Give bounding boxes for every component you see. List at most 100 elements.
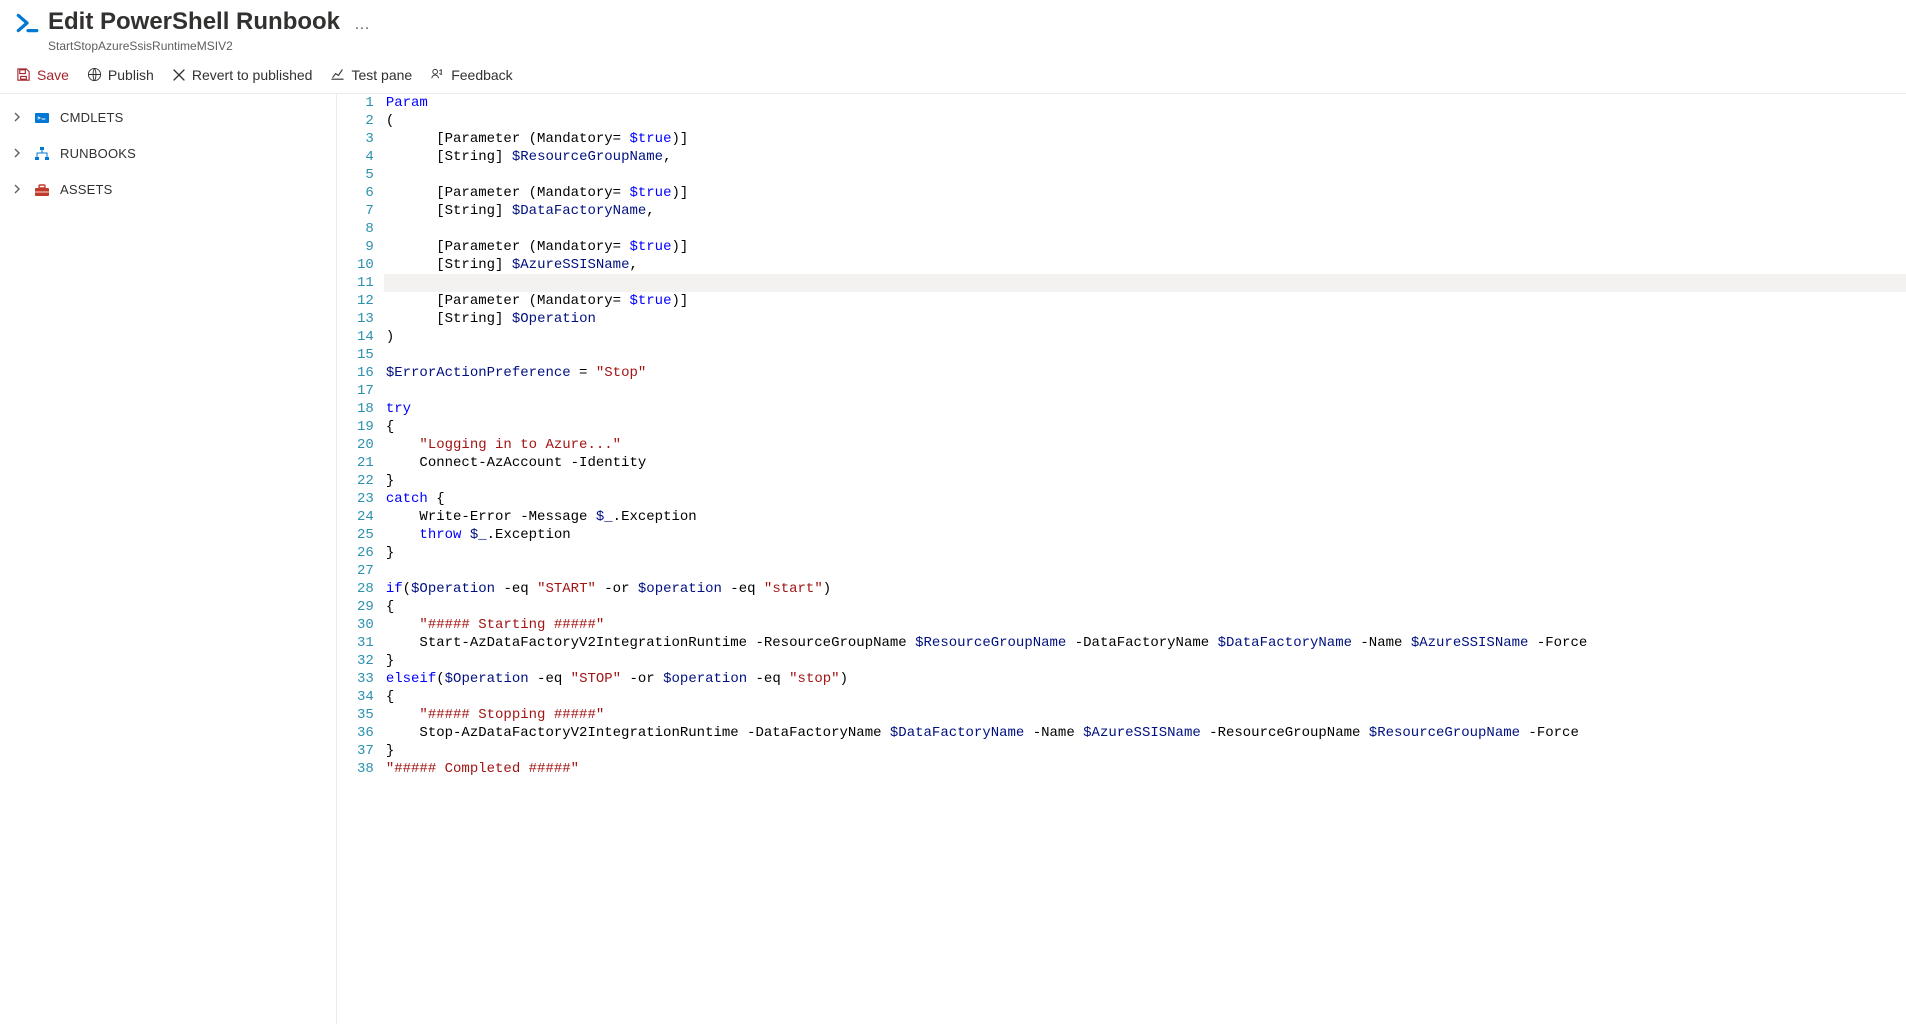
chevron-right-icon <box>12 146 24 161</box>
code-line[interactable]: Write-Error -Message $_.Exception <box>386 508 1906 526</box>
code-line[interactable] <box>386 166 1906 184</box>
code-line[interactable]: [String] $Operation <box>386 310 1906 328</box>
revert-label: Revert to published <box>192 67 313 83</box>
page-subtitle: StartStopAzureSsisRuntimeMSIV2 <box>48 39 340 53</box>
tree-item-cmdlets[interactable]: CMDLETS <box>0 100 336 136</box>
toolbox-icon <box>34 182 50 198</box>
line-number: 29 <box>357 598 374 616</box>
line-number: 17 <box>357 382 374 400</box>
line-number: 4 <box>357 148 374 166</box>
line-number: 25 <box>357 526 374 544</box>
line-number: 6 <box>357 184 374 202</box>
feedback-label: Feedback <box>451 67 512 83</box>
code-line[interactable]: [Parameter (Mandatory= $true)] <box>386 130 1906 148</box>
chevron-right-icon <box>12 110 24 125</box>
code-line[interactable]: } <box>386 652 1906 670</box>
code-line[interactable]: catch { <box>386 490 1906 508</box>
code-line[interactable]: { <box>386 688 1906 706</box>
line-number: 34 <box>357 688 374 706</box>
code-line[interactable]: elseif($Operation -eq "STOP" -or $operat… <box>386 670 1906 688</box>
hierarchy-icon <box>34 146 50 162</box>
code-line[interactable]: Connect-AzAccount -Identity <box>386 454 1906 472</box>
code-line[interactable]: [Parameter (Mandatory= $true)] <box>386 292 1906 310</box>
line-number: 1 <box>357 94 374 112</box>
page-title: Edit PowerShell Runbook <box>48 8 340 37</box>
line-number: 37 <box>357 742 374 760</box>
line-number: 28 <box>357 580 374 598</box>
code-line[interactable]: ( <box>386 112 1906 130</box>
feedback-icon <box>430 67 445 82</box>
code-line[interactable]: Param <box>386 94 1906 112</box>
line-number: 26 <box>357 544 374 562</box>
code-line[interactable]: Start-AzDataFactoryV2IntegrationRuntime … <box>386 634 1906 652</box>
line-number: 20 <box>357 436 374 454</box>
test-pane-label: Test pane <box>351 67 412 83</box>
line-number: 10 <box>357 256 374 274</box>
code-line[interactable]: $ErrorActionPreference = "Stop" <box>386 364 1906 382</box>
code-line[interactable]: [Parameter (Mandatory= $true)] <box>386 238 1906 256</box>
command-bar: Save Publish Revert to published <box>0 57 1906 94</box>
page-header: Edit PowerShell Runbook StartStopAzureSs… <box>0 0 1906 57</box>
code-line[interactable] <box>384 274 1906 292</box>
library-sidebar: CMDLETS RUNBOOKS <box>0 94 337 1024</box>
code-line[interactable]: "##### Starting #####" <box>386 616 1906 634</box>
code-line[interactable]: [String] $ResourceGroupName, <box>386 148 1906 166</box>
line-number: 19 <box>357 418 374 436</box>
code-line[interactable]: "##### Completed #####" <box>386 760 1906 778</box>
save-icon <box>16 67 31 82</box>
line-number-gutter: 1234567891011121314151617181920212223242… <box>337 94 386 1024</box>
line-number: 36 <box>357 724 374 742</box>
more-actions-button[interactable]: … <box>354 16 371 34</box>
code-line[interactable]: ) <box>386 328 1906 346</box>
code-area[interactable]: Param( [Parameter (Mandatory= $true)] [S… <box>386 94 1906 1024</box>
line-number: 5 <box>357 166 374 184</box>
line-number: 16 <box>357 364 374 382</box>
feedback-button[interactable]: Feedback <box>430 67 512 83</box>
code-line[interactable] <box>386 562 1906 580</box>
code-line[interactable]: try <box>386 400 1906 418</box>
save-button[interactable]: Save <box>16 67 69 83</box>
test-pane-button[interactable]: Test pane <box>330 67 412 83</box>
line-number: 2 <box>357 112 374 130</box>
tree-label: ASSETS <box>60 182 113 197</box>
line-number: 18 <box>357 400 374 418</box>
code-line[interactable] <box>386 220 1906 238</box>
line-number: 7 <box>357 202 374 220</box>
line-number: 3 <box>357 130 374 148</box>
tree-item-assets[interactable]: ASSETS <box>0 172 336 208</box>
line-number: 24 <box>357 508 374 526</box>
globe-icon <box>87 67 102 82</box>
tree-item-runbooks[interactable]: RUNBOOKS <box>0 136 336 172</box>
code-line[interactable]: { <box>386 418 1906 436</box>
code-line[interactable]: Stop-AzDataFactoryV2IntegrationRuntime -… <box>386 724 1906 742</box>
line-number: 32 <box>357 652 374 670</box>
line-number: 11 <box>357 274 374 292</box>
tree-label: CMDLETS <box>60 110 124 125</box>
code-line[interactable] <box>386 382 1906 400</box>
code-line[interactable]: throw $_.Exception <box>386 526 1906 544</box>
line-number: 21 <box>357 454 374 472</box>
code-line[interactable]: } <box>386 544 1906 562</box>
line-number: 13 <box>357 310 374 328</box>
code-line[interactable]: if($Operation -eq "START" -or $operation… <box>386 580 1906 598</box>
code-editor[interactable]: 1234567891011121314151617181920212223242… <box>337 94 1906 1024</box>
code-line[interactable]: [Parameter (Mandatory= $true)] <box>386 184 1906 202</box>
code-line[interactable]: "Logging in to Azure..." <box>386 436 1906 454</box>
code-line[interactable]: } <box>386 742 1906 760</box>
line-number: 8 <box>357 220 374 238</box>
line-number: 30 <box>357 616 374 634</box>
code-line[interactable]: "##### Stopping #####" <box>386 706 1906 724</box>
code-line[interactable]: { <box>386 598 1906 616</box>
code-line[interactable] <box>386 346 1906 364</box>
publish-button[interactable]: Publish <box>87 67 154 83</box>
line-number: 22 <box>357 472 374 490</box>
cmdlets-icon <box>34 110 50 126</box>
chevron-right-icon <box>12 182 24 197</box>
line-number: 14 <box>357 328 374 346</box>
x-icon <box>172 68 186 82</box>
line-number: 31 <box>357 634 374 652</box>
revert-button[interactable]: Revert to published <box>172 67 313 83</box>
code-line[interactable]: [String] $AzureSSISName, <box>386 256 1906 274</box>
code-line[interactable]: [String] $DataFactoryName, <box>386 202 1906 220</box>
code-line[interactable]: } <box>386 472 1906 490</box>
